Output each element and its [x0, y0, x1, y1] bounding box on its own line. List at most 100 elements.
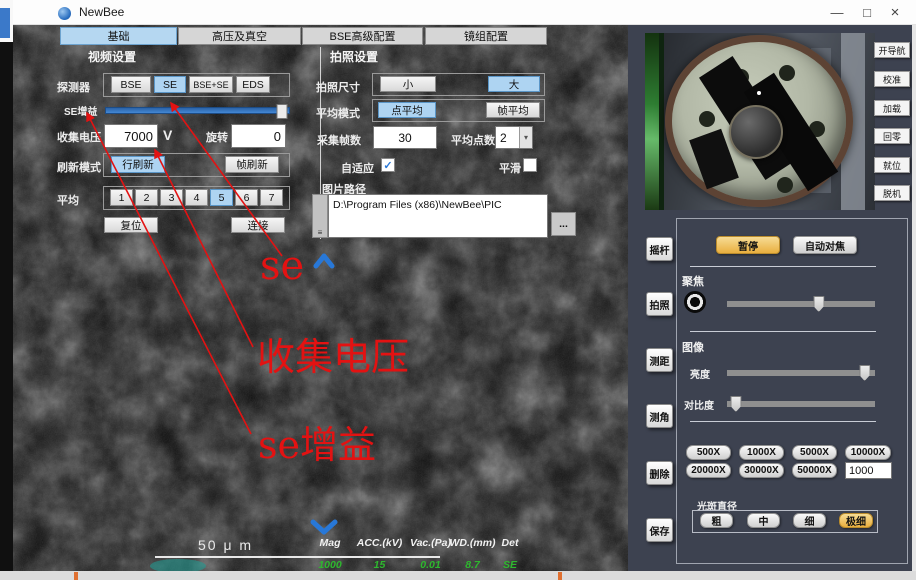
- panel-divider: [690, 331, 876, 332]
- rotate-input[interactable]: 0: [231, 124, 286, 148]
- delete-button[interactable]: 删除: [646, 461, 673, 485]
- image-path-input[interactable]: D:\Program Files (x86)\NewBee\PIC: [328, 194, 548, 238]
- mag-1000x-button[interactable]: 1000X: [739, 445, 784, 460]
- measure-angle-button[interactable]: 测角: [646, 404, 673, 428]
- snapshot-button[interactable]: 拍照: [646, 292, 673, 316]
- image-section-label: 图像: [682, 339, 704, 355]
- average-7-button[interactable]: 7: [260, 189, 283, 206]
- stage-hole: [699, 111, 715, 127]
- minimize-icon[interactable]: —: [826, 2, 848, 22]
- open-navigation-button[interactable]: 开导航: [874, 42, 910, 58]
- brightness-label: 亮度: [690, 366, 710, 381]
- measure-distance-button[interactable]: 测距: [646, 348, 673, 372]
- average-5-button[interactable]: 5: [210, 189, 233, 206]
- contrast-slider[interactable]: [727, 401, 875, 407]
- pause-button[interactable]: 暂停: [716, 236, 780, 254]
- focus-label: 聚焦: [682, 273, 704, 289]
- refresh-line-button[interactable]: 行刷新: [111, 156, 165, 173]
- scale-bar-label: 50 μ m: [198, 537, 253, 553]
- highlight-dot: [757, 91, 761, 95]
- camera-green-fixture: [645, 33, 659, 210]
- maximize-icon[interactable]: □: [856, 2, 878, 22]
- average-6-button[interactable]: 6: [235, 189, 258, 206]
- avg-frame-button[interactable]: 帧平均: [486, 102, 540, 118]
- save-button[interactable]: 保存: [646, 518, 673, 542]
- connect-button[interactable]: 连接: [231, 217, 285, 233]
- size-large-button[interactable]: 大: [488, 76, 540, 92]
- voltage-unit-label: V: [163, 127, 172, 143]
- bottom-strip-tick: [558, 572, 562, 580]
- in-position-button[interactable]: 就位: [874, 157, 910, 173]
- mag-30000x-button[interactable]: 30000X: [739, 463, 784, 478]
- average-2-button[interactable]: 2: [135, 189, 158, 206]
- panel-divider: [690, 421, 876, 422]
- load-button[interactable]: 加载: [874, 100, 910, 116]
- offline-button[interactable]: 脱机: [874, 185, 910, 201]
- spot-medium-button[interactable]: 中: [747, 513, 780, 528]
- se-gain-slider[interactable]: [105, 107, 290, 114]
- status-acc-label: ACC.(kV): [352, 537, 407, 549]
- contrast-label: 对比度: [684, 397, 714, 412]
- spot-fine-button[interactable]: 细: [793, 513, 826, 528]
- status-det-label: Det: [490, 537, 530, 549]
- detector-bse-button[interactable]: BSE: [111, 76, 151, 93]
- refresh-mode-label: 刷新模式: [57, 159, 101, 175]
- spot-ultrafine-button[interactable]: 极细: [839, 513, 873, 528]
- stage-hole: [777, 177, 793, 193]
- se-gain-label: SE增益: [64, 103, 97, 118]
- focus-target-icon: [684, 291, 706, 313]
- refresh-frame-button[interactable]: 帧刷新: [225, 156, 279, 173]
- smooth-label: 平滑: [499, 160, 521, 176]
- tab-hv-vacuum[interactable]: 高压及真空: [178, 27, 301, 45]
- se-gain-slider-thumb[interactable]: [276, 104, 287, 119]
- autofocus-button[interactable]: 自动对焦: [793, 236, 857, 254]
- collect-voltage-label: 收集电压: [57, 129, 101, 145]
- calibrate-button[interactable]: 校准: [874, 71, 910, 87]
- scale-bar-line: [155, 556, 440, 558]
- status-det-value: SE: [490, 559, 530, 571]
- photo-size-label: 拍照尺寸: [316, 79, 360, 95]
- average-4-button[interactable]: 4: [185, 189, 208, 206]
- home-button[interactable]: 回零: [874, 128, 910, 144]
- size-small-button[interactable]: 小: [380, 76, 436, 92]
- detector-se-button[interactable]: SE: [154, 76, 186, 93]
- average-1-button[interactable]: 1: [110, 189, 133, 206]
- status-mag-label: Mag: [305, 537, 355, 549]
- bottom-strip-tick: [74, 572, 78, 580]
- average-3-button[interactable]: 3: [160, 189, 183, 206]
- spot-coarse-button[interactable]: 粗: [700, 513, 733, 528]
- points-value: 2: [500, 131, 507, 145]
- right-edge-strip: [912, 25, 916, 571]
- tab-bse-advanced[interactable]: BSE高级配置: [302, 27, 423, 45]
- browse-button[interactable]: ...: [551, 212, 576, 236]
- chevron-down-icon[interactable]: ▾: [519, 127, 532, 148]
- detector-bse-se-button[interactable]: BSE+SE: [189, 76, 233, 93]
- joystick-button[interactable]: 摇杆: [646, 237, 673, 261]
- mag-500x-button[interactable]: 500X: [686, 445, 731, 460]
- mag-50000x-button[interactable]: 50000X: [792, 463, 837, 478]
- points-dropdown[interactable]: 2 ▾: [495, 126, 533, 149]
- avg-point-button[interactable]: 点平均: [378, 102, 436, 118]
- title-bar: [13, 0, 916, 25]
- collect-voltage-input[interactable]: 7000: [104, 124, 158, 148]
- close-icon[interactable]: ×: [884, 2, 906, 22]
- tab-basic[interactable]: 基础: [60, 27, 177, 45]
- panel-divider: [690, 266, 876, 267]
- avg-mode-label: 平均模式: [316, 105, 360, 121]
- frames-input[interactable]: 30: [373, 126, 437, 149]
- app-window: NewBee — □ × 基础 高压及真空 BSE高级配置 镜组配置 视频设置 …: [0, 0, 916, 580]
- brightness-slider[interactable]: [727, 370, 875, 376]
- path-grip-icon: ≡: [312, 194, 328, 238]
- tab-lens-config[interactable]: 镜组配置: [425, 27, 547, 45]
- mag-5000x-button[interactable]: 5000X: [792, 445, 837, 460]
- status-mag-value: 1000: [305, 559, 355, 571]
- mag-10000x-button[interactable]: 10000X: [845, 445, 891, 460]
- smooth-checkbox[interactable]: [523, 158, 537, 172]
- detector-eds-button[interactable]: EDS: [236, 76, 270, 93]
- adaptive-checkbox[interactable]: ✓: [381, 158, 395, 172]
- mag-20000x-button[interactable]: 20000X: [686, 463, 731, 478]
- status-acc-value: 15: [352, 559, 407, 571]
- focus-slider[interactable]: [727, 301, 875, 307]
- reset-button[interactable]: 复位: [104, 217, 158, 233]
- mag-custom-input[interactable]: 1000: [845, 462, 892, 479]
